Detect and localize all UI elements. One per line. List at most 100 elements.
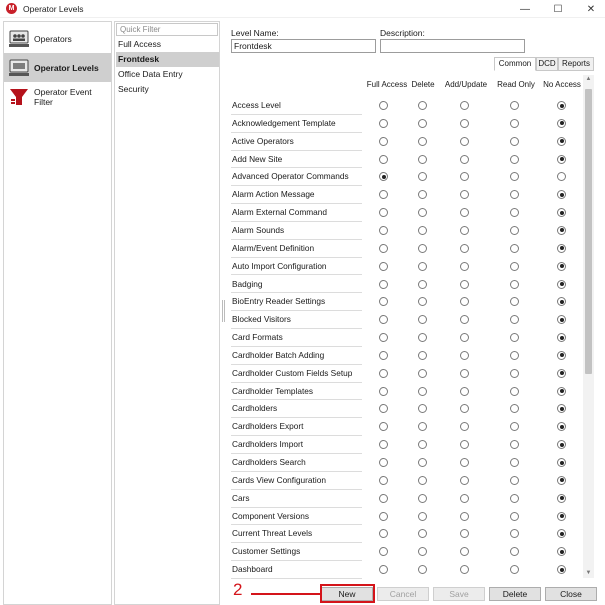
scroll-up-icon[interactable]: ▲ [583,75,594,84]
cancel-button[interactable]: Cancel [377,587,429,601]
radio-full-access[interactable] [379,475,388,485]
radio-read-only[interactable] [510,172,519,182]
radio-no-access[interactable] [557,422,566,432]
radio-full-access[interactable] [379,208,388,218]
radio-delete[interactable] [418,172,427,182]
radio-read-only[interactable] [510,297,519,307]
radio-delete[interactable] [418,136,427,146]
radio-add-update[interactable] [460,440,469,450]
radio-full-access[interactable] [379,190,388,200]
radio-read-only[interactable] [510,154,519,164]
radio-add-update[interactable] [460,529,469,539]
tab-common[interactable]: Common [494,57,536,71]
radio-no-access[interactable] [557,511,566,521]
level-item-security[interactable]: Security [116,82,219,97]
radio-delete[interactable] [418,279,427,289]
radio-add-update[interactable] [460,297,469,307]
radio-full-access[interactable] [379,422,388,432]
radio-add-update[interactable] [460,422,469,432]
radio-no-access[interactable] [557,493,566,503]
close-button[interactable]: Close [545,587,597,601]
radio-delete[interactable] [418,404,427,414]
radio-delete[interactable] [418,297,427,307]
radio-no-access[interactable] [557,225,566,235]
radio-read-only[interactable] [510,386,519,396]
radio-delete[interactable] [418,547,427,557]
radio-delete[interactable] [418,261,427,271]
radio-full-access[interactable] [379,261,388,271]
radio-read-only[interactable] [510,475,519,485]
radio-full-access[interactable] [379,243,388,253]
radio-delete[interactable] [418,190,427,200]
radio-add-update[interactable] [460,368,469,378]
radio-no-access[interactable] [557,529,566,539]
radio-read-only[interactable] [510,136,519,146]
radio-full-access[interactable] [379,493,388,503]
close-window-button[interactable]: ✕ [578,0,604,18]
radio-add-update[interactable] [460,208,469,218]
radio-add-update[interactable] [460,404,469,414]
radio-add-update[interactable] [460,243,469,253]
delete-button[interactable]: Delete [489,587,541,601]
radio-full-access[interactable] [379,350,388,360]
radio-no-access[interactable] [557,333,566,343]
radio-no-access[interactable] [557,315,566,325]
description-field[interactable] [380,39,525,53]
radio-add-update[interactable] [460,565,469,575]
radio-add-update[interactable] [460,386,469,396]
level-item-office-data-entry[interactable]: Office Data Entry [116,67,219,82]
radio-full-access[interactable] [379,279,388,289]
radio-full-access[interactable] [379,101,388,110]
radio-no-access[interactable] [557,547,566,557]
radio-add-update[interactable] [460,154,469,164]
radio-delete[interactable] [418,154,427,164]
radio-no-access[interactable] [557,261,566,271]
radio-add-update[interactable] [460,261,469,271]
radio-full-access[interactable] [379,368,388,378]
radio-delete[interactable] [418,386,427,396]
radio-no-access[interactable] [557,475,566,485]
radio-read-only[interactable] [510,101,519,110]
radio-full-access[interactable] [379,404,388,414]
radio-no-access[interactable] [557,297,566,307]
nav-item-operator-levels[interactable]: Operator Levels [4,53,111,82]
level-item-frontdesk[interactable]: Frontdesk [116,52,219,67]
radio-full-access[interactable] [379,136,388,146]
radio-delete[interactable] [418,529,427,539]
permissions-scrollbar[interactable]: ▲ ▼ [583,75,594,578]
radio-read-only[interactable] [510,404,519,414]
radio-full-access[interactable] [379,315,388,325]
radio-read-only[interactable] [510,225,519,235]
radio-add-update[interactable] [460,279,469,289]
radio-add-update[interactable] [460,190,469,200]
level-item-full-access[interactable]: Full Access [116,37,219,52]
radio-delete[interactable] [418,208,427,218]
radio-add-update[interactable] [460,493,469,503]
quick-filter-input[interactable]: Quick Filter [116,23,218,36]
radio-read-only[interactable] [510,458,519,467]
radio-full-access[interactable] [379,225,388,235]
radio-no-access[interactable] [557,350,566,360]
radio-delete[interactable] [418,243,427,253]
radio-full-access[interactable] [379,529,388,539]
nav-item-operators[interactable]: Operators [4,24,111,53]
radio-full-access[interactable] [379,511,388,521]
radio-full-access[interactable] [379,547,388,557]
radio-add-update[interactable] [460,101,469,110]
radio-no-access[interactable] [557,243,566,253]
level-name-field[interactable]: Frontdesk [231,39,376,53]
radio-full-access[interactable] [379,154,388,164]
radio-read-only[interactable] [510,511,519,521]
radio-read-only[interactable] [510,118,519,128]
radio-delete[interactable] [418,493,427,503]
radio-read-only[interactable] [510,440,519,450]
radio-full-access[interactable] [379,333,388,343]
radio-delete[interactable] [418,440,427,450]
radio-full-access[interactable] [379,565,388,575]
radio-delete[interactable] [418,225,427,235]
radio-no-access[interactable] [557,440,566,450]
radio-delete[interactable] [418,118,427,128]
radio-no-access[interactable] [557,208,566,218]
radio-add-update[interactable] [460,350,469,360]
radio-full-access[interactable] [379,458,388,467]
